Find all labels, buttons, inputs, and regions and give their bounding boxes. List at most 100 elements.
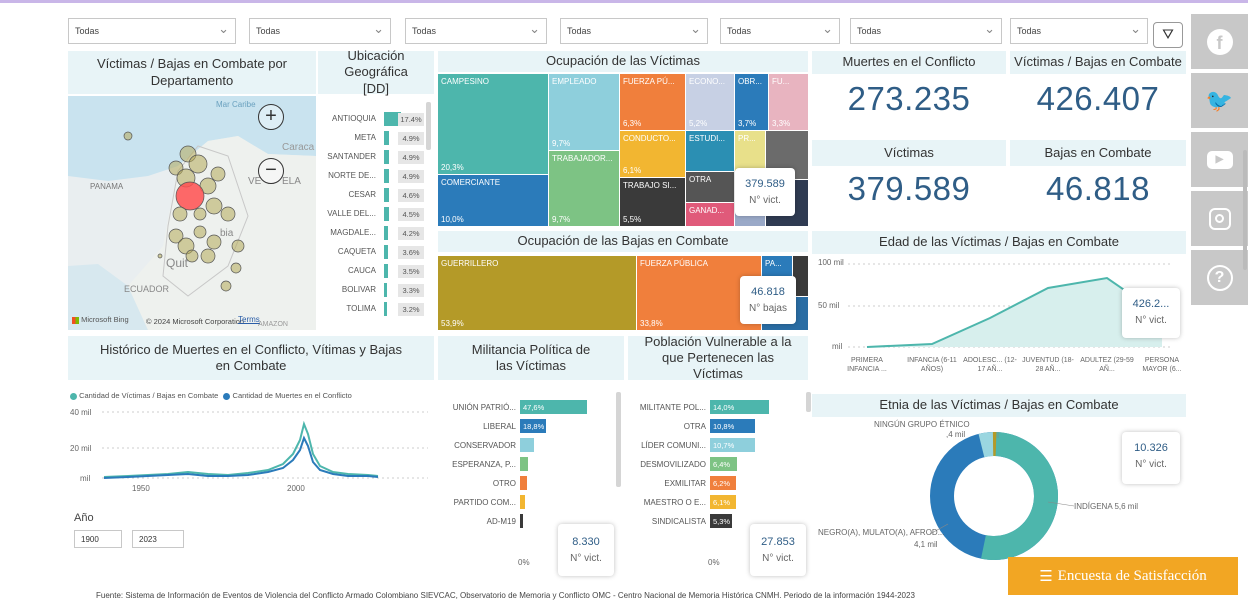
bar-label[interactable]: UNIÓN PATRIÓ... — [438, 403, 516, 412]
ubicacion-row-bar[interactable] — [384, 207, 389, 221]
filter-dropdown[interactable]: Todas ⌄ — [405, 18, 547, 44]
treemap-cell[interactable]: PR... — [735, 131, 765, 171]
instagram-button[interactable] — [1191, 191, 1248, 246]
facebook-button[interactable]: f — [1191, 14, 1248, 69]
ubicacion-row-bar[interactable] — [384, 188, 389, 202]
page-scrollbar[interactable] — [1243, 150, 1247, 270]
bar[interactable]: 6,4% — [710, 457, 737, 471]
bar-label[interactable]: EXMILITAR — [628, 479, 706, 488]
ubicacion-row-bar[interactable] — [384, 302, 388, 316]
help-button[interactable]: ? — [1191, 250, 1248, 305]
ubicacion-row-bar[interactable] — [384, 245, 388, 259]
bar-label[interactable]: ESPERANZA, P... — [438, 460, 516, 469]
map-label-bia: bia — [220, 228, 234, 239]
bar[interactable]: 10,7% — [710, 438, 755, 452]
bar[interactable]: 47,6% — [520, 400, 587, 414]
ubicacion-row-bar[interactable] — [384, 150, 389, 164]
anio-from-input[interactable]: 1900 — [74, 530, 122, 548]
bar[interactable]: 6,1% — [710, 495, 736, 509]
filter-dropdown[interactable]: Todas ⌄ — [850, 18, 1002, 44]
filter-dropdown[interactable]: Todas ⌄ — [560, 18, 708, 44]
bar[interactable]: 14,0% — [710, 400, 769, 414]
ubicacion-row-bar[interactable] — [384, 169, 389, 183]
ubicacion-row-label[interactable]: SANTANDER — [318, 152, 376, 161]
treemap-cell[interactable]: TRABAJADOR... 9,7% — [549, 151, 619, 226]
ubicacion-row-label[interactable]: VALLE DEL... — [318, 209, 376, 218]
bar[interactable]: 5,3% — [710, 514, 733, 528]
bar[interactable] — [520, 514, 523, 528]
bar-label[interactable]: DESMOVILIZADO — [628, 460, 706, 469]
ubicacion-row-bar[interactable] — [384, 283, 388, 297]
ubicacion-row-label[interactable]: CAQUETA — [318, 247, 376, 256]
ubicacion-row-label[interactable]: BOLIVAR — [318, 285, 376, 294]
filter-dropdown[interactable]: Todas ⌄ — [249, 18, 391, 44]
kpi-muertes-title: Muertes en el Conflicto — [812, 51, 1006, 74]
treemap-cell[interactable]: EMPLEADO 9,7% — [549, 74, 619, 150]
map-area[interactable]: Mar Caribe Caraca PANAMA VE ELA ECUADOR … — [68, 96, 316, 330]
treemap-cell[interactable]: FU... 3,3% — [769, 74, 808, 130]
map-terms-link[interactable]: Terms — [238, 315, 260, 324]
ubicacion-row-label[interactable]: META — [318, 133, 376, 142]
bar-label[interactable]: LIBERAL — [438, 422, 516, 431]
bar-label[interactable]: PARTIDO COM... — [438, 498, 516, 507]
treemap-cell-label: PA... — [765, 259, 782, 268]
zoom-in-button[interactable]: + — [258, 104, 284, 130]
bar-label[interactable]: MAESTRO O E... — [628, 498, 706, 507]
ubicacion-row-bar[interactable] — [384, 131, 389, 145]
treemap-cell[interactable]: GUERRILLERO 53,9% — [438, 256, 636, 330]
bar[interactable] — [520, 476, 527, 490]
bar[interactable] — [520, 495, 525, 509]
ubicacion-row-label[interactable]: ANTIOQUIA — [318, 114, 376, 123]
bar-label[interactable]: MILITANTE POL... — [628, 403, 706, 412]
treemap-cell[interactable]: ESTUDI... — [686, 131, 734, 171]
bar[interactable] — [520, 457, 529, 471]
bar-label[interactable]: AD-M19 — [438, 517, 516, 526]
bar[interactable]: 10,8% — [710, 419, 756, 433]
treemap-cell[interactable]: OBR... 3,7% — [735, 74, 768, 130]
filter-dropdown[interactable]: Todas ⌄ — [720, 18, 840, 44]
chevron-down-icon: ⌄ — [218, 21, 229, 36]
bar-value: 47,6% — [523, 403, 545, 412]
vulnerable-scrollbar[interactable] — [806, 392, 811, 412]
youtube-button[interactable]: ▶ — [1191, 132, 1248, 187]
treemap-cell[interactable]: OTRA — [686, 172, 734, 202]
ubicacion-scrollbar[interactable] — [426, 102, 431, 150]
zoom-out-button[interactable]: − — [258, 158, 284, 184]
clear-filters-button[interactable]: ⛛ — [1153, 22, 1183, 48]
militancia-scrollbar[interactable] — [616, 392, 621, 487]
bar[interactable]: 18,8% — [520, 419, 547, 433]
bar[interactable] — [520, 438, 534, 452]
twitter-button[interactable]: 🐦 — [1191, 73, 1248, 128]
ubicacion-row-label[interactable]: MAGDALE... — [318, 228, 376, 237]
treemap-cell[interactable]: ECONO... 5,2% — [686, 74, 734, 130]
filter-value: Todas — [857, 26, 882, 36]
treemap-cell[interactable]: FUERZA PÚ... 6,3% — [620, 74, 685, 130]
youtube-icon: ▶ — [1206, 150, 1233, 169]
bar-label[interactable]: SINDICALISTA — [628, 517, 706, 526]
ubicacion-row-label[interactable]: TOLIMA — [318, 304, 376, 313]
encuesta-button[interactable]: ☰ Encuesta de Satisfacción — [1008, 557, 1238, 595]
filter-dropdown[interactable]: Todas ⌄ — [1010, 18, 1148, 44]
footer-source: Fuente: Sistema de Información de Evento… — [96, 591, 915, 600]
treemap-cell-pct: 5,5% — [623, 215, 642, 224]
anio-to-input[interactable]: 2023 — [132, 530, 184, 548]
filter-dropdown[interactable]: Todas ⌄ — [68, 18, 236, 44]
bar-label[interactable]: CONSERVADOR — [438, 441, 516, 450]
filter-value: Todas — [256, 26, 281, 36]
ubicacion-row-label[interactable]: NORTE DE... — [318, 171, 376, 180]
treemap-cell[interactable]: CAMPESINO 20,3% — [438, 74, 548, 174]
bar-label[interactable]: LÍDER COMUNI... — [628, 441, 706, 450]
treemap-cell-label: EMPLEADO — [552, 77, 597, 86]
bar-label[interactable]: OTRO — [438, 479, 516, 488]
ubicacion-row-label[interactable]: CESAR — [318, 190, 376, 199]
treemap-cell[interactable]: TRABAJO SI... 5,5% — [620, 178, 685, 226]
ubicacion-row-bar[interactable] — [384, 226, 389, 240]
bar-label[interactable]: OTRA — [628, 422, 706, 431]
treemap-cell[interactable]: GANAD... — [686, 203, 734, 226]
treemap-cell[interactable]: CONDUCTO... 6,1% — [620, 131, 685, 177]
ubicacion-row-bar[interactable] — [384, 264, 388, 278]
treemap-cell[interactable]: COMERCIANTE 10,0% — [438, 175, 548, 226]
bar[interactable]: 6,2% — [710, 476, 737, 490]
ubicacion-row-label[interactable]: CAUCA — [318, 266, 376, 275]
chevron-down-icon: ⌄ — [690, 21, 701, 36]
